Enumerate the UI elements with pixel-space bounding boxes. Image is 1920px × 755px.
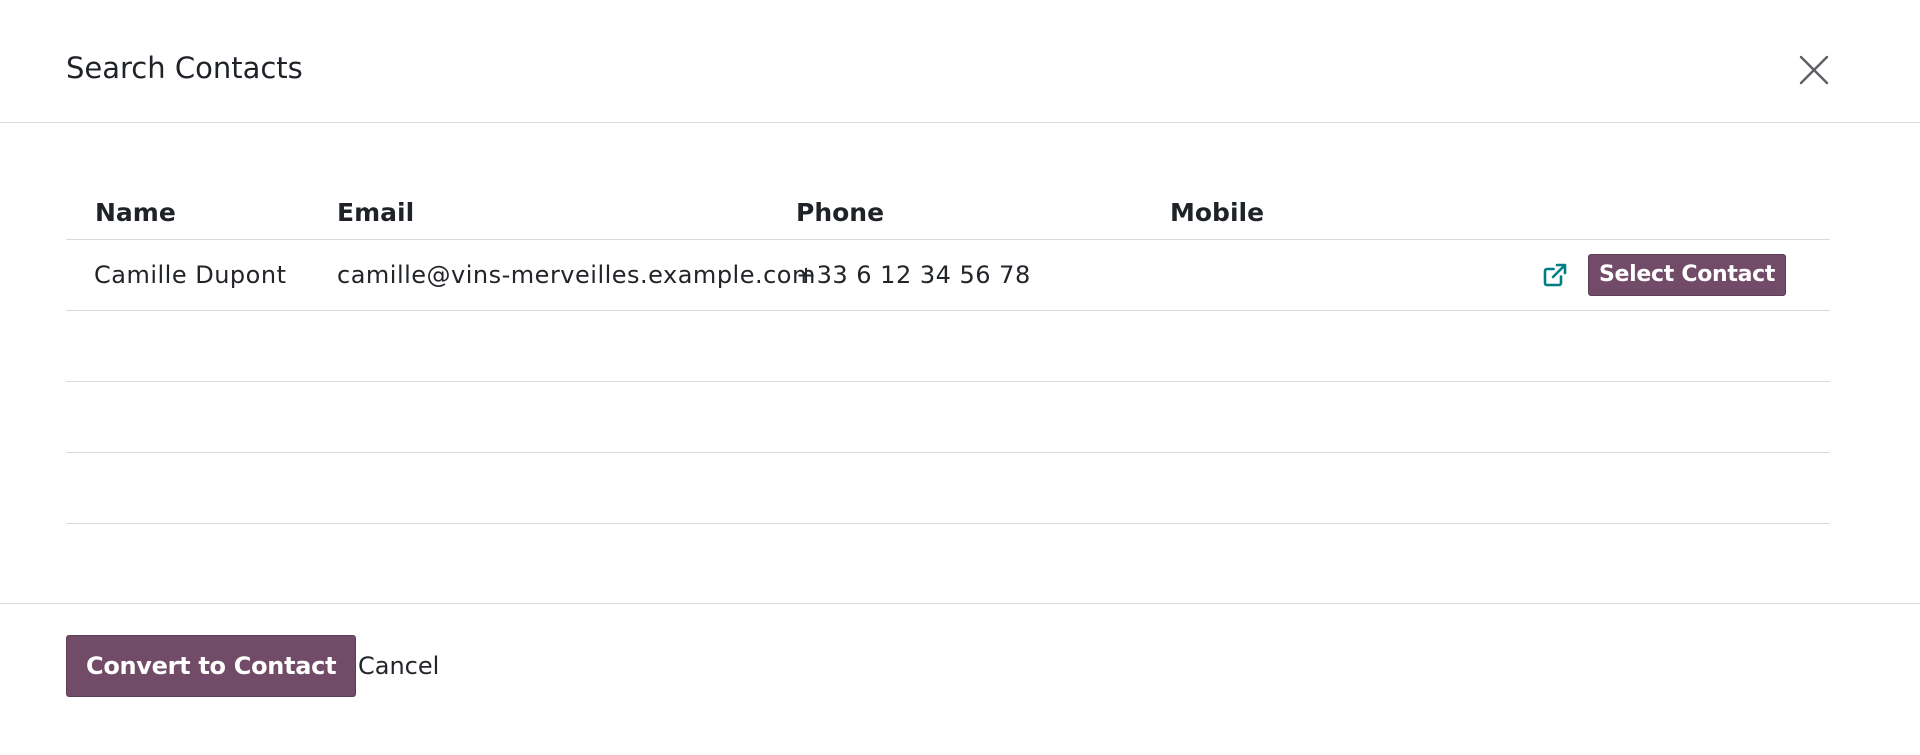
dialog-body: Name Email Phone Mobile Camille Dupont c… (66, 123, 1830, 603)
column-header-email[interactable]: Email (330, 123, 790, 240)
dialog-title: Search Contacts (66, 51, 303, 85)
convert-to-contact-button[interactable]: Convert to Contact (66, 635, 357, 697)
contact-phone-cell: +33 6 12 34 56 78 (790, 239, 1150, 311)
column-header-mobile[interactable]: Mobile (1150, 123, 1350, 240)
close-icon (1799, 55, 1829, 85)
cancel-button[interactable]: Cancel (350, 635, 447, 697)
contact-email-cell: camille@vins-merveilles.example.com (330, 239, 815, 311)
search-contacts-dialog: Search Contacts Name Email Phone Mobile (0, 0, 1920, 755)
select-contact-button[interactable]: Select Contact (1588, 253, 1787, 296)
contacts-table: Name Email Phone Mobile Camille Dupont c… (66, 123, 1830, 524)
contact-mobile-cell (1150, 239, 1350, 311)
contact-name-cell: Camille Dupont (66, 239, 330, 311)
empty-table-row (66, 381, 1830, 453)
empty-table-row (66, 310, 1830, 382)
column-header-phone[interactable]: Phone (790, 123, 1150, 240)
empty-table-row (66, 452, 1830, 524)
column-header-name[interactable]: Name (66, 123, 330, 240)
close-button[interactable] (1796, 52, 1832, 88)
dialog-header: Search Contacts (0, 0, 1920, 123)
dialog-footer: Convert to Contact Cancel (0, 603, 1920, 755)
column-header-actions (1350, 123, 1830, 240)
table-row[interactable]: Camille Dupont camille@vins-merveilles.e… (66, 239, 1830, 311)
table-header-row: Name Email Phone Mobile (66, 123, 1830, 240)
external-link-icon (1543, 263, 1567, 286)
contact-actions-cell: Select Contact (1350, 239, 1830, 311)
open-record-button[interactable] (1540, 260, 1570, 290)
